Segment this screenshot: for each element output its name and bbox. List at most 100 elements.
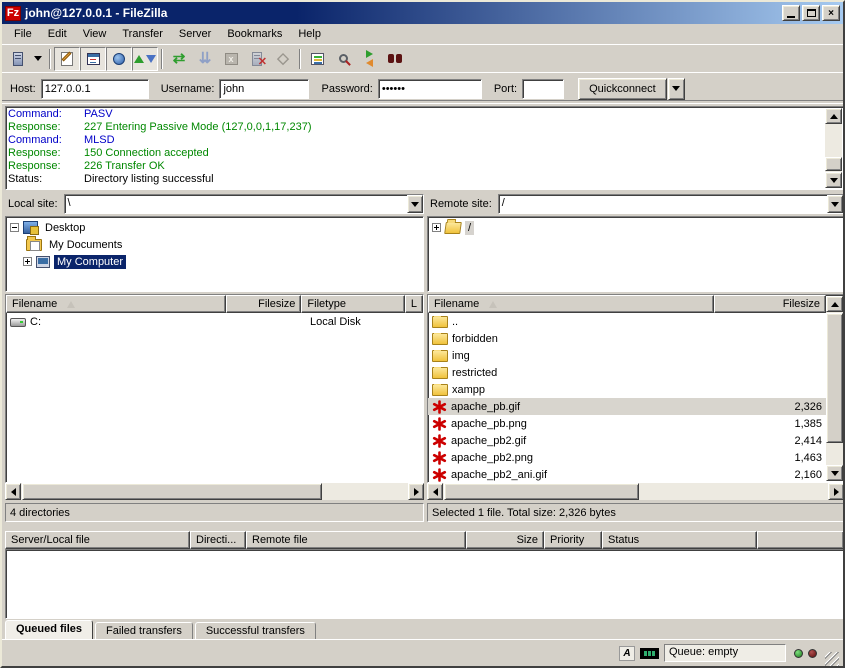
directory-filters-button[interactable] <box>304 47 330 71</box>
local-disk-icon <box>10 318 26 327</box>
scroll-left-button[interactable] <box>427 483 443 500</box>
tab-failed-transfers[interactable]: Failed transfers <box>95 622 193 640</box>
tree-item-desktop[interactable]: Desktop <box>8 219 421 236</box>
tree-item-my-computer[interactable]: My Computer <box>8 253 421 270</box>
data-type-indicator-icon[interactable]: A <box>619 646 635 661</box>
column-header-remote-file[interactable]: Remote file <box>246 531 466 549</box>
port-input[interactable] <box>522 79 564 99</box>
toggle-local-tree-button[interactable] <box>80 47 106 71</box>
menu-file[interactable]: File <box>6 26 40 42</box>
file-search-button[interactable] <box>330 47 356 71</box>
tree-item-root[interactable]: / <box>430 219 841 236</box>
tree-item-my-documents[interactable]: My Documents <box>8 236 421 253</box>
combobox-dropdown-button[interactable] <box>407 195 423 213</box>
host-input[interactable] <box>41 79 149 99</box>
resize-grip[interactable] <box>825 652 839 666</box>
log-label: Response: <box>8 160 84 173</box>
site-manager-dropdown-button[interactable] <box>30 47 46 71</box>
menu-bookmarks[interactable]: Bookmarks <box>219 26 290 42</box>
local-list-body[interactable]: C: Local Disk <box>6 313 423 482</box>
file-row[interactable]: restricted <box>428 364 826 381</box>
column-header-status[interactable]: Status <box>602 531 757 549</box>
remote-list-body[interactable]: .. forbidden img restricted xampp apache… <box>428 313 826 482</box>
column-header-priority[interactable]: Priority <box>544 531 602 549</box>
log-vertical-scrollbar[interactable] <box>825 108 842 188</box>
combobox-dropdown-button[interactable] <box>827 195 843 213</box>
file-row[interactable]: apache_pb2_ani.gif2,160 <box>428 466 826 482</box>
column-header-server-local-file[interactable]: Server/Local file <box>5 531 190 549</box>
username-label: Username: <box>161 83 215 95</box>
file-row[interactable]: C: Local Disk <box>6 313 423 330</box>
file-row[interactable]: apache_pb2.png1,463 <box>428 449 826 466</box>
reconnect-button[interactable]: ◇ <box>270 47 296 71</box>
file-row[interactable]: apache_pb2.gif2,414 <box>428 432 826 449</box>
file-row[interactable]: img <box>428 347 826 364</box>
column-header-filename[interactable]: Filename <box>6 295 226 313</box>
scroll-right-button[interactable] <box>408 483 424 500</box>
file-row-selected[interactable]: apache_pb.gif2,326 <box>428 398 826 415</box>
log-text: MLSD <box>84 134 115 147</box>
cancel-operation-button[interactable]: x <box>218 47 244 71</box>
file-row[interactable]: xampp <box>428 381 826 398</box>
menu-edit[interactable]: Edit <box>40 26 75 42</box>
tab-queued-files[interactable]: Queued files <box>5 620 93 640</box>
close-button[interactable]: × <box>822 5 840 21</box>
tab-successful-transfers[interactable]: Successful transfers <box>195 622 316 640</box>
collapse-expander-icon[interactable] <box>10 223 19 232</box>
scroll-down-button[interactable] <box>825 172 842 188</box>
scrollbar-thumb[interactable] <box>826 313 843 443</box>
maximize-button[interactable] <box>802 5 820 21</box>
menu-help[interactable]: Help <box>290 26 329 42</box>
message-log-body[interactable]: Command:PASV Response:227 Entering Passi… <box>6 107 843 189</box>
column-header-filesize[interactable]: Filesize <box>714 295 826 313</box>
toggle-transfer-queue-button[interactable] <box>132 47 158 71</box>
password-input[interactable] <box>378 79 482 99</box>
site-manager-button[interactable] <box>6 47 30 71</box>
directory-comparison-button[interactable] <box>356 47 382 71</box>
scroll-left-button[interactable] <box>5 483 21 500</box>
disconnect-button[interactable]: ✕ <box>244 47 270 71</box>
folder-icon <box>432 316 448 328</box>
local-site-combobox[interactable]: \ <box>64 194 424 214</box>
local-tree-icon <box>87 53 100 65</box>
message-log: Command:PASV Response:227 Entering Passi… <box>5 106 844 190</box>
column-header-filesize[interactable]: Filesize <box>226 295 302 313</box>
column-header-filename[interactable]: Filename <box>428 295 714 313</box>
column-header-filetype[interactable]: Filetype <box>301 295 404 313</box>
remote-site-combobox[interactable]: / <box>498 194 844 214</box>
username-input[interactable] <box>219 79 309 99</box>
file-row[interactable]: forbidden <box>428 330 826 347</box>
process-queue-button[interactable]: ⇊ <box>192 47 218 71</box>
scroll-down-button[interactable] <box>826 465 843 481</box>
remote-vertical-scrollbar[interactable] <box>826 296 843 481</box>
expand-expander-icon[interactable] <box>432 223 441 232</box>
quickconnect-dropdown-button[interactable] <box>668 78 685 100</box>
column-header-last-modified[interactable]: L <box>405 295 423 313</box>
remote-horizontal-scrollbar[interactable] <box>427 483 844 500</box>
scroll-up-button[interactable] <box>825 108 842 124</box>
toggle-remote-tree-button[interactable] <box>106 47 132 71</box>
expand-expander-icon[interactable] <box>23 257 32 266</box>
scrollbar-thumb[interactable] <box>22 483 322 500</box>
scroll-up-button[interactable] <box>826 296 843 312</box>
scroll-right-button[interactable] <box>828 483 844 500</box>
quickconnect-button[interactable]: Quickconnect <box>578 78 667 100</box>
queue-body[interactable] <box>5 549 844 619</box>
scrollbar-thumb[interactable] <box>444 483 639 500</box>
scrollbar-thumb[interactable] <box>825 157 842 171</box>
column-header-size[interactable]: Size <box>466 531 544 549</box>
local-horizontal-scrollbar[interactable] <box>5 483 424 500</box>
menu-view[interactable]: View <box>75 26 115 42</box>
activity-led-green-icon <box>794 649 803 658</box>
menu-transfer[interactable]: Transfer <box>114 26 171 42</box>
file-row[interactable]: apache_pb.png1,385 <box>428 415 826 432</box>
toggle-message-log-button[interactable] <box>54 47 80 71</box>
column-header-direction[interactable]: Directi... <box>190 531 246 549</box>
synchronized-browsing-button[interactable] <box>382 47 408 71</box>
menu-bar: File Edit View Transfer Server Bookmarks… <box>2 24 843 44</box>
speed-limits-indicator-icon[interactable] <box>640 648 659 659</box>
menu-server[interactable]: Server <box>171 26 219 42</box>
file-row[interactable]: .. <box>428 313 826 330</box>
refresh-button[interactable]: ⇄ <box>166 47 192 71</box>
minimize-button[interactable] <box>782 5 800 21</box>
